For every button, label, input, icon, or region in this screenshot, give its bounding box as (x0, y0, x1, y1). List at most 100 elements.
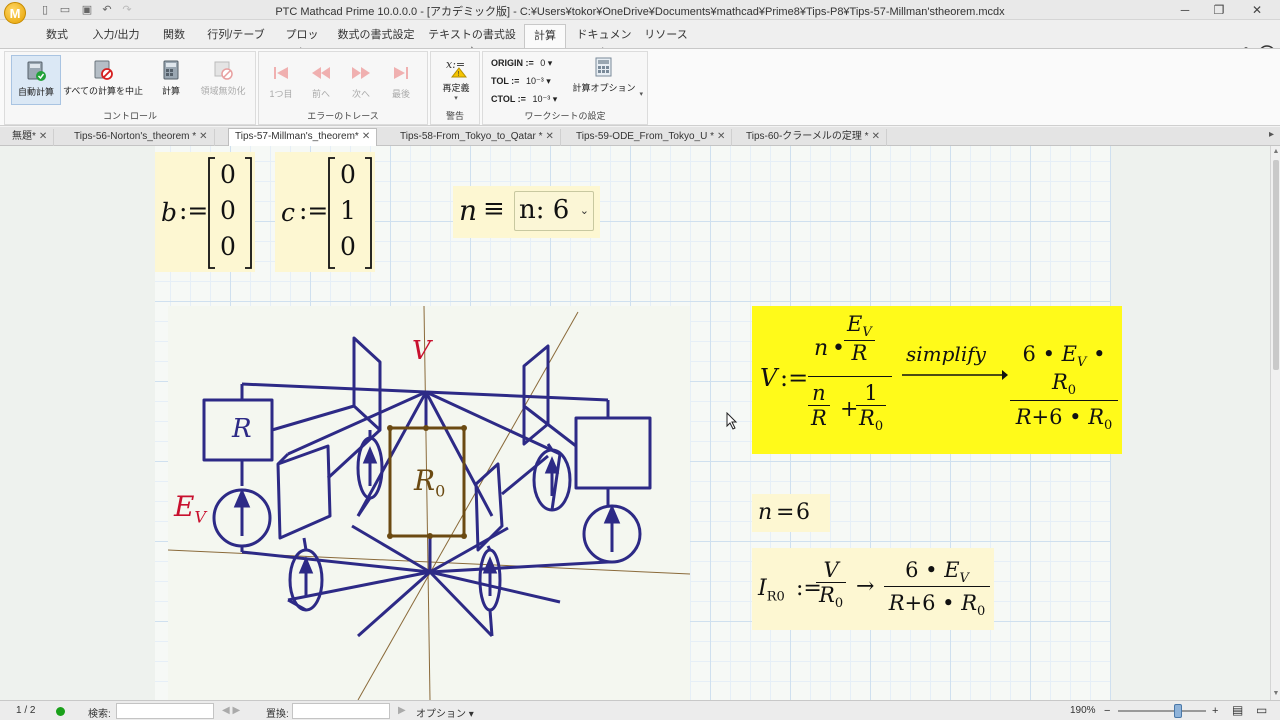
scroll-down-icon[interactable]: ▼ (1272, 690, 1280, 698)
close-tab-icon[interactable]: ✕ (872, 131, 880, 142)
stop-all-calc-button[interactable]: すべての計算を中止 (63, 59, 143, 97)
ev-over-r: EV R (844, 312, 875, 365)
current-variable: IR0 (758, 576, 785, 605)
c-element-1: 1 (340, 196, 356, 225)
n-evaluation-region[interactable]: n = 6 (752, 494, 830, 532)
zoom-slider-thumb[interactable] (1174, 704, 1182, 718)
next-error-button[interactable]: 次へ (347, 62, 375, 100)
tab-input-output[interactable]: 入力/出力 (88, 26, 144, 48)
zoom-out-button[interactable]: − (1104, 705, 1110, 717)
zoom-slider[interactable] (1118, 710, 1206, 712)
close-tab-icon[interactable]: ✕ (545, 131, 553, 142)
doc-tab-untitled[interactable]: 無題* ✕ (6, 129, 55, 146)
options-menu[interactable]: オプション ▾ (416, 705, 474, 720)
minimize-button[interactable]: ─ (1168, 0, 1202, 20)
scroll-up-icon[interactable]: ▲ (1272, 148, 1280, 156)
c-element-0: 0 (340, 160, 356, 189)
disable-region-button[interactable]: 領域無効化 (193, 59, 253, 97)
current-result-fraction: 6 • EV R+6 • R0 (884, 558, 990, 619)
v-formula-region[interactable]: V := n • EV R nR + 1 R0 simplify 6 • EV … (752, 306, 1122, 454)
doc-tab-tips-58[interactable]: Tips-58-From_Tokyo_to_Qatar * ✕ (394, 129, 561, 146)
global-define-operator: ≡ (483, 194, 505, 224)
svg-text:x:=: x:= (446, 58, 465, 71)
origin-setting[interactable]: ORIGIN := 0 ▾ (491, 58, 552, 69)
doc-tab-tips-60[interactable]: Tips-60-クラーメルの定理 * ✕ (740, 129, 887, 146)
tab-plots[interactable]: プロット (282, 26, 322, 59)
symbolic-arrow-short: → (856, 574, 875, 599)
tol-setting[interactable]: TOL := 10⁻³ ▾ (491, 76, 551, 87)
calc-options-button[interactable]: 計算オプション ▾ (571, 56, 643, 98)
current-formula-region[interactable]: IR0 := V R0 → 6 • EV R+6 • R0 (752, 548, 994, 630)
assign-operator: := (179, 196, 209, 225)
app-logo[interactable]: M (4, 2, 26, 24)
n-definition-region[interactable]: n ≡ n: 6 ⌄ (453, 186, 600, 238)
close-tab-icon[interactable]: ✕ (199, 131, 207, 142)
page-view-icon[interactable]: ▤ (1232, 703, 1243, 717)
first-error-button[interactable]: 1つ目 (267, 62, 295, 100)
replace-input[interactable] (292, 703, 390, 719)
v-fraction: n • EV R nR + 1 R0 (808, 312, 892, 448)
calc-options-icon (595, 57, 612, 77)
circuit-diagram: V R R0 EV (167, 305, 691, 700)
tab-calculation[interactable]: 計算 (524, 24, 566, 49)
tab-functions[interactable]: 関数 (156, 26, 192, 48)
search-input[interactable] (116, 703, 214, 719)
auto-calc-button[interactable]: 自動計算 (11, 55, 61, 105)
n-combobox[interactable]: n: 6 ⌄ (514, 191, 594, 231)
doc-tab-tips-56[interactable]: Tips-56-Norton's_theorem * ✕ (68, 129, 215, 146)
tab-math[interactable]: 数式 (38, 26, 76, 48)
v-over-r0: V R0 (816, 558, 847, 611)
close-tab-icon[interactable]: ✕ (362, 131, 370, 142)
find-prev-icon[interactable]: ◀ ▶ (222, 705, 240, 716)
tab-resources[interactable]: リソース (644, 26, 688, 48)
close-window-button[interactable]: ✕ (1240, 0, 1274, 20)
prev-error-button[interactable]: 前へ (307, 62, 335, 100)
n-variable: n (459, 194, 478, 227)
page-indicator: 1 / 2 (16, 705, 36, 716)
close-tab-icon[interactable]: ✕ (39, 131, 47, 142)
redefine-button[interactable]: x:= ! 再定義 ▾ (435, 56, 477, 102)
rewind-icon (312, 67, 330, 79)
close-tab-icon[interactable]: ✕ (717, 131, 725, 142)
group-error-trace: 1つ目 前へ 次へ 最後 エラーのトレース (258, 51, 428, 125)
draft-view-icon[interactable]: ▭ (1256, 703, 1267, 717)
ev-label: EV (174, 490, 207, 527)
tab-math-formatting[interactable]: 数式の書式設定 (336, 26, 416, 48)
b-definition-region[interactable]: b := 0 0 0 (155, 152, 255, 272)
calc-status-icon (56, 707, 65, 716)
stop-all-label: すべての計算を中止 (63, 86, 144, 96)
one-over-r0: 1 R0 (856, 381, 887, 434)
group-error-trace-label: エラーのトレース (307, 111, 379, 121)
replace-icon[interactable]: ▶ (398, 705, 406, 716)
scrollbar-thumb[interactable] (1273, 160, 1279, 370)
ribbon-tabs: 数式 入力/出力 関数 行列/テーブル プロット 数式の書式設定 テキストの書式… (0, 20, 1280, 63)
v-variable: V (760, 364, 778, 392)
calc-button[interactable]: 計算 (153, 59, 189, 97)
v-result-fraction: 6 • EV • R0 R+6 • R0 (1010, 342, 1118, 434)
calc-label: 計算 (161, 86, 180, 96)
v-node-label: V (412, 336, 431, 366)
redefine-warning-icon: x:= ! (446, 58, 467, 78)
vertical-scrollbar[interactable]: ▲ ▼ (1270, 146, 1280, 700)
group-control-label: コントロール (102, 111, 157, 121)
tab-text-formatting[interactable]: テキストの書式設定 (428, 26, 516, 59)
worksheet-canvas[interactable]: b := 0 0 0 c := 0 1 0 n ≡ n: 6 ⌄ V R R0 … (0, 146, 1270, 700)
doc-tab-tips-59[interactable]: Tips-59-ODE_From_Tokyo_U * ✕ (570, 129, 733, 146)
ctol-setting[interactable]: CTOL := 10⁻³ ▾ (491, 94, 557, 105)
n-combobox-value: n: 6 (519, 195, 570, 225)
c-definition-region[interactable]: c := 0 1 0 (275, 152, 375, 272)
tab-matrices-tables[interactable]: 行列/テーブル (204, 26, 268, 59)
chevron-down-icon[interactable]: ⌄ (580, 204, 589, 217)
restore-button[interactable]: ❐ (1202, 0, 1236, 20)
b-element-2: 0 (220, 232, 236, 261)
tab-overflow-icon[interactable]: ▸ (1269, 129, 1274, 140)
zoom-in-button[interactable]: + (1212, 705, 1218, 717)
tab-document[interactable]: ドキュメント (576, 26, 632, 59)
ribbon-panel: 自動計算 すべての計算を中止 計算 領域無効化 コントロール 1つ目 前へ 次へ… (0, 48, 1280, 126)
calc-options-dropdown-icon[interactable]: ▾ (639, 90, 643, 98)
redefine-dropdown-icon[interactable]: ▾ (435, 94, 477, 102)
svg-text:!: ! (458, 71, 460, 78)
simplify-keyword[interactable]: simplify (906, 342, 986, 366)
last-error-button[interactable]: 最後 (387, 62, 415, 100)
doc-tab-tips-57[interactable]: Tips-57-Millman's_theorem* ✕ (228, 128, 378, 146)
